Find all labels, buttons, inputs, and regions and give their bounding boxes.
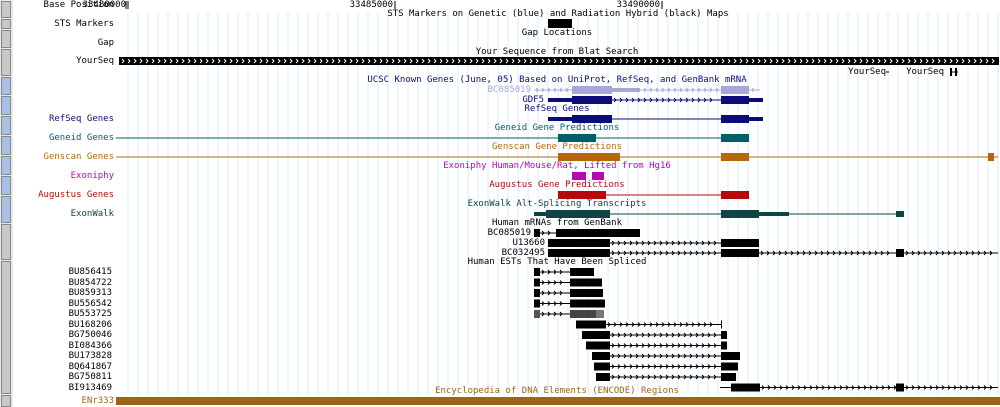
est-exon: [721, 331, 727, 339]
exonwalk-exon: [896, 211, 904, 217]
est-exon: [534, 268, 540, 276]
est-exon: [534, 289, 540, 297]
est-exon: [721, 373, 736, 381]
est-exon: [576, 320, 606, 329]
est-exon: [732, 383, 760, 392]
est-exon: [596, 373, 610, 381]
est-exon: [721, 352, 740, 360]
mrna-exon: [548, 249, 610, 257]
est-exon: [534, 310, 540, 318]
mrna-exon: [556, 229, 640, 237]
mrna-exon: [534, 229, 540, 237]
sts-marker: [548, 19, 572, 28]
exonwalk-exon: [721, 210, 759, 218]
est-exon: [721, 320, 722, 329]
known-gene-utr: [612, 88, 640, 92]
geneid-exon: [721, 134, 749, 142]
mrna-exon: [548, 239, 610, 247]
genscan-exon: [558, 153, 620, 161]
mrna-exon: [721, 239, 759, 247]
refseq-exon: [721, 115, 749, 123]
augustus-exon: [558, 191, 606, 199]
est-exon: [586, 341, 610, 350]
est-exon: [896, 383, 904, 392]
encode-region: [116, 397, 1000, 405]
refseq-utr: [548, 117, 572, 121]
est-exon: [570, 268, 594, 276]
exonwalk-utr: [534, 212, 546, 216]
blat-hit: [119, 57, 999, 65]
mrna-exon: [896, 249, 904, 257]
geneid-exon: [558, 134, 596, 142]
est-exon: [594, 362, 610, 371]
est-exon: [721, 362, 738, 371]
est-exon: [721, 341, 727, 350]
genscan-exon: [988, 153, 994, 161]
exoniphy-exon: [572, 172, 586, 180]
est-exon: [596, 310, 604, 318]
est-exon: [570, 310, 596, 318]
known-gene-utr: [548, 98, 572, 102]
augustus-exon: [721, 191, 749, 199]
known-gene-exon: [572, 86, 612, 94]
exoniphy-exon: [592, 172, 604, 180]
est-exon: [570, 278, 602, 287]
exonwalk-utr: [759, 212, 789, 216]
known-gene-utr: [749, 98, 763, 102]
known-gene-exon: [572, 96, 612, 104]
est-exon: [592, 352, 610, 360]
feature-drawing: [116, 1, 1000, 405]
est-exon: [534, 299, 540, 308]
known-gene-exon: [721, 96, 749, 104]
est-exon: [582, 331, 610, 339]
est-exon: [534, 278, 540, 287]
refseq-exon: [572, 115, 612, 123]
mrna-exon: [721, 249, 759, 257]
est-exon: [570, 289, 603, 297]
genome-browser-image: Base Position STS Markers Gap YourSeq RefSeq…: [0, 0, 1000, 407]
genscan-exon: [721, 153, 749, 161]
est-exon: [570, 299, 605, 308]
exonwalk-exon: [546, 210, 610, 218]
known-gene-exon: [721, 86, 749, 94]
refseq-utr: [749, 117, 763, 121]
